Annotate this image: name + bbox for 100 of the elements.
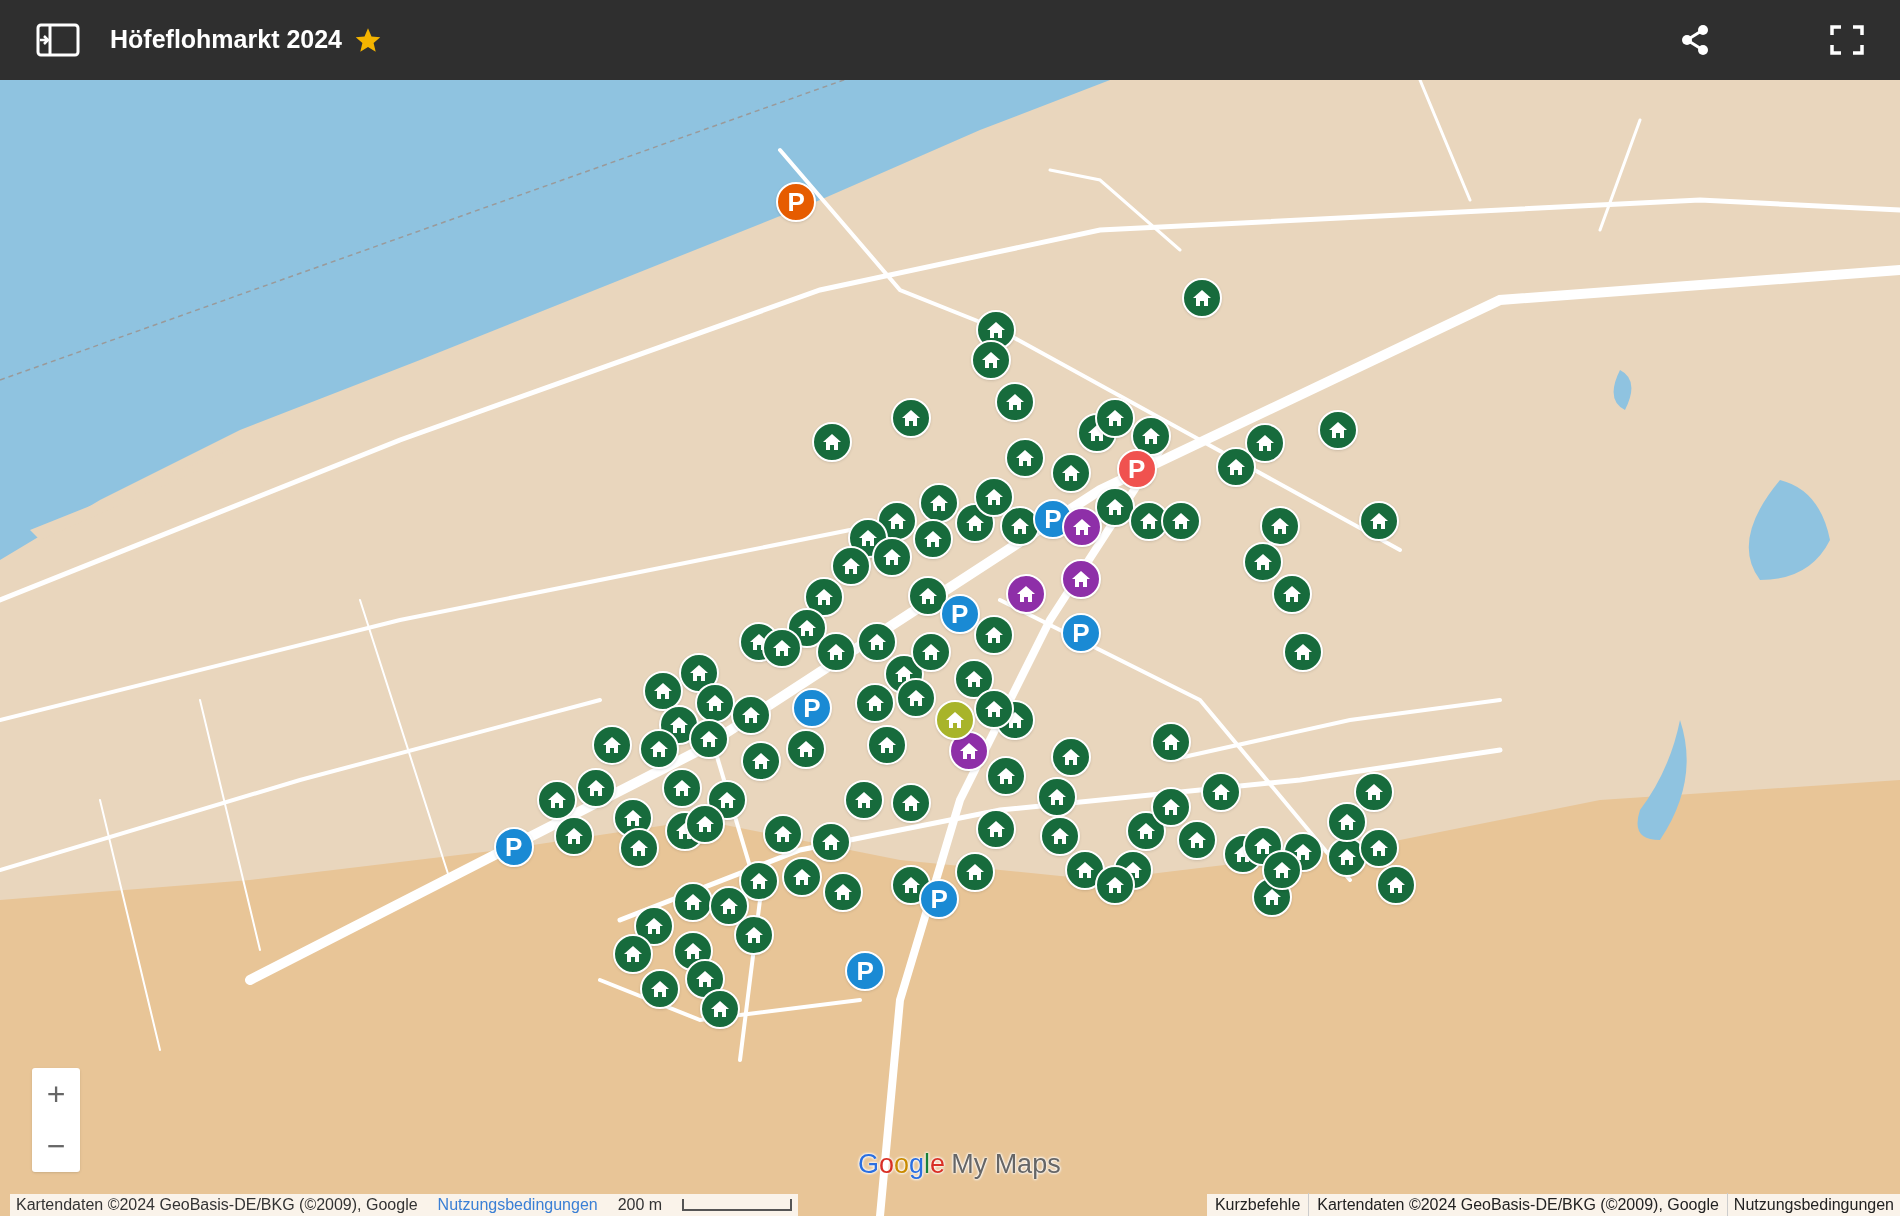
house-icon (719, 897, 740, 916)
house-icon (628, 839, 649, 858)
house-icon (965, 863, 986, 882)
house-icon (743, 926, 764, 945)
house-icon (986, 320, 1007, 339)
house-icon (717, 790, 738, 809)
house-icon (1368, 839, 1389, 858)
house-icon (1160, 798, 1181, 816)
house-icon (893, 664, 914, 683)
house-icon (1192, 289, 1213, 308)
house-icon (1136, 822, 1157, 841)
house-icon (995, 766, 1016, 785)
house-icon (797, 618, 817, 637)
house-icon (564, 827, 585, 846)
share-icon[interactable] (1680, 24, 1710, 56)
house-icon (918, 587, 939, 606)
scale-label: 200 m (617, 1195, 663, 1215)
house-icon (1337, 847, 1358, 866)
house-icon (1104, 409, 1125, 428)
house-icon (792, 868, 813, 887)
house-icon (965, 514, 986, 533)
house-icon (1292, 842, 1313, 861)
house-icon (668, 715, 689, 734)
house-icon (1262, 887, 1283, 906)
house-icon (840, 556, 861, 575)
house-icon (877, 736, 897, 755)
house-icon (1016, 584, 1037, 603)
house-icon (813, 588, 834, 607)
house-icon (1061, 748, 1082, 767)
house-icon (944, 710, 965, 729)
house-icon (1281, 584, 1302, 603)
house-icon (1252, 836, 1273, 855)
house-icon (906, 688, 927, 707)
house-icon (821, 833, 842, 852)
house-icon (923, 530, 944, 549)
house-icon (748, 871, 769, 890)
fullscreen-icon[interactable] (1830, 25, 1864, 55)
house-icon (929, 493, 950, 512)
house-icon (649, 739, 670, 758)
house-icon (771, 639, 792, 658)
house-icon (586, 778, 607, 797)
house-icon (1070, 570, 1091, 589)
house-icon (695, 814, 716, 833)
house-icon (1385, 875, 1406, 894)
house-icon (1138, 512, 1159, 531)
house-icon (709, 1000, 730, 1019)
house-icon (1005, 393, 1026, 412)
house-icon (901, 409, 922, 428)
house-icon (901, 794, 922, 813)
house-icon (853, 790, 874, 809)
house-icon (867, 633, 888, 652)
house-icon (1269, 516, 1290, 535)
shortcuts-link[interactable]: Kurzbefehle (1206, 1193, 1310, 1216)
house-icon (822, 433, 843, 452)
map-title: Höfeflohmarkt 2024 (110, 24, 343, 56)
house-icon (1141, 427, 1162, 446)
house-icon (683, 892, 704, 911)
house-icon (750, 751, 771, 770)
house-icon (1292, 642, 1313, 661)
house-icon (622, 944, 643, 963)
house-icon (857, 529, 878, 547)
house-icon (886, 512, 907, 531)
house-icon (547, 790, 568, 809)
house-icon (983, 699, 1004, 718)
house-icon (689, 663, 710, 682)
house-icon (920, 642, 941, 661)
house-icon (652, 681, 673, 700)
house-icon (772, 824, 793, 843)
house-icon (1337, 812, 1358, 831)
zoom-out-button[interactable]: − (32, 1120, 80, 1172)
house-icon (1327, 421, 1348, 440)
house-icon (1046, 788, 1067, 807)
house-icon (1160, 732, 1181, 751)
house-icon (1252, 553, 1273, 572)
house-icon (981, 350, 1002, 369)
house-icon (959, 742, 980, 761)
house-icon (644, 916, 665, 935)
terms-link[interactable]: Nutzungsbedingungen (1727, 1193, 1900, 1216)
house-icon (1104, 497, 1125, 516)
house-icon (1015, 449, 1036, 468)
house-icon (1364, 783, 1385, 802)
terms-link[interactable]: Nutzungsbedingungen (437, 1193, 598, 1216)
house-icon (1187, 830, 1208, 849)
house-icon (983, 625, 1004, 644)
house-icon (986, 819, 1007, 838)
sidebar-toggle-icon[interactable] (36, 23, 80, 57)
star-icon[interactable] (354, 26, 383, 54)
house-icon (1255, 434, 1276, 453)
house-icon (1010, 516, 1031, 535)
house-icon (1171, 512, 1192, 531)
house-icon (795, 739, 816, 758)
house-icon (1050, 827, 1071, 846)
google-my-maps-logo: Google My Maps (858, 1148, 1061, 1181)
house-icon (826, 642, 847, 661)
map-attribution: Kartendaten ©2024 GeoBasis-DE/BKG (©2009), Google (1309, 1193, 1728, 1216)
house-icon (650, 979, 671, 998)
house-icon (881, 548, 902, 567)
house-icon (901, 875, 922, 894)
zoom-in-button[interactable]: + (32, 1068, 80, 1120)
house-icon (1104, 875, 1125, 894)
